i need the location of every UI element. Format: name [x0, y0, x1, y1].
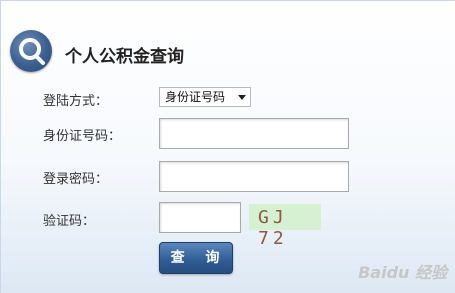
page-title: 个人公积金查询	[65, 47, 184, 67]
password-input[interactable]	[159, 161, 349, 192]
login-panel: 个人公积金查询 登陆方式： 身份证号码 身份证号码： 登录密码： 验证码： GJ…	[0, 0, 455, 293]
login-method-select[interactable]: 身份证号码	[159, 87, 251, 107]
chevron-down-icon	[238, 95, 246, 100]
login-method-label: 登陆方式：	[43, 94, 109, 109]
magnifier-icon	[10, 30, 52, 72]
watermark-logo: Baidu 经验	[358, 263, 447, 282]
captcha-input[interactable]	[159, 202, 241, 233]
id-number-input[interactable]	[159, 118, 349, 149]
captcha-text: GJ 72	[258, 207, 288, 249]
query-button[interactable]: 查 询	[159, 242, 233, 274]
captcha-image[interactable]: GJ 72	[249, 204, 321, 249]
login-method-value: 身份证号码	[165, 90, 226, 104]
captcha-label: 验证码：	[43, 214, 96, 229]
id-number-label: 身份证号码：	[43, 129, 122, 144]
password-label: 登录密码：	[43, 172, 109, 187]
